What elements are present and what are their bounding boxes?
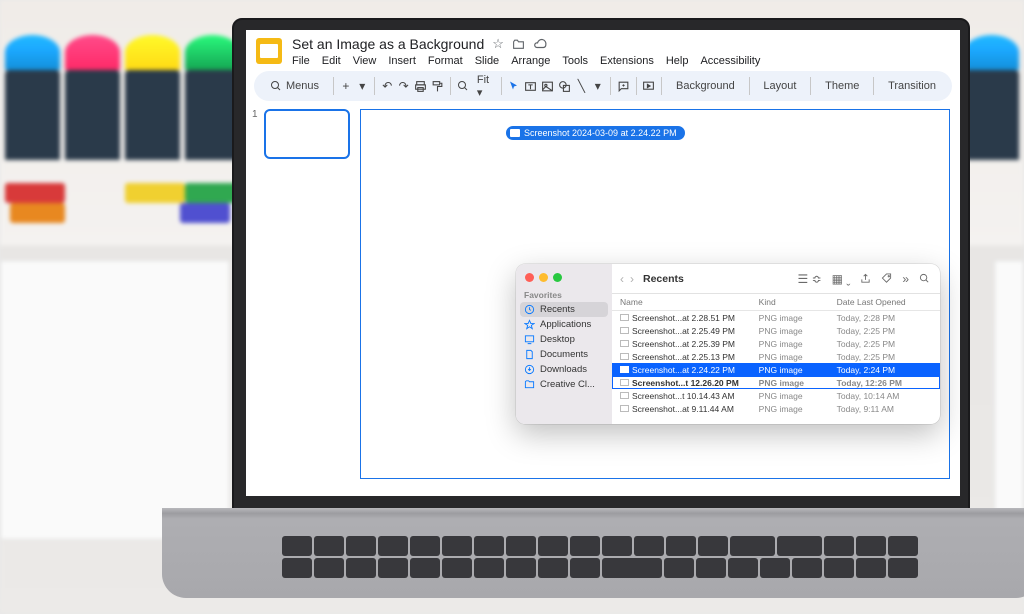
file-icon (620, 314, 629, 321)
laptop-base (162, 508, 1024, 598)
menu-edit[interactable]: Edit (322, 55, 341, 67)
document-title[interactable]: Set an Image as a Background (292, 36, 484, 52)
menu-help[interactable]: Help (666, 55, 689, 67)
chevron-down-icon[interactable]: ▾ (356, 77, 368, 95)
background-button[interactable]: Background (668, 77, 743, 95)
more-icon[interactable]: » (900, 272, 911, 286)
finder-sidebar: Favorites RecentsApplicationsDesktopDocu… (516, 264, 612, 424)
tags-icon[interactable] (879, 273, 894, 284)
slides-toolbar: Menus + ▾ ↶ ↷ Fit ▾ (254, 71, 952, 101)
menu-file[interactable]: File (292, 55, 310, 67)
clock-icon (524, 304, 535, 315)
paint-format-icon[interactable] (431, 77, 444, 95)
finder-file-list[interactable]: Screenshot...at 2.28.51 PMPNG imageToday… (612, 311, 940, 424)
line-icon[interactable]: ╲ (575, 77, 587, 95)
slide-panel[interactable]: 1 (246, 101, 360, 475)
laptop-keyboard (282, 536, 920, 581)
menu-insert[interactable]: Insert (388, 55, 416, 67)
zoom-icon[interactable] (457, 77, 469, 95)
menu-tools[interactable]: Tools (562, 55, 588, 67)
finder-location: Recents (643, 273, 684, 285)
col-name[interactable]: Name (620, 297, 759, 307)
new-slide-icon[interactable]: + (340, 77, 352, 95)
minimize-icon[interactable] (539, 273, 548, 282)
share-icon[interactable] (858, 273, 873, 284)
sidebar-item-downloads[interactable]: Downloads (516, 362, 612, 377)
file-icon (620, 353, 629, 360)
print-icon[interactable] (414, 77, 427, 95)
laptop-screen: Set an Image as a Background ☆ File Edit… (246, 30, 960, 496)
nav-back-icon[interactable]: ‹ (620, 272, 624, 286)
sidebar-item-creative-cl-[interactable]: Creative Cl... (516, 377, 612, 392)
close-icon[interactable] (525, 273, 534, 282)
sidebar-heading: Favorites (516, 288, 612, 302)
app-icon (524, 319, 535, 330)
layout-button[interactable]: Layout (755, 77, 804, 95)
desktop-icon (524, 334, 535, 345)
chevron-down-icon[interactable]: ▾ (592, 77, 604, 95)
slide-number: 1 (252, 109, 258, 120)
file-row[interactable]: Screenshot...t 10.14.43 AMPNG imageToday… (612, 389, 940, 402)
menu-search[interactable]: Menus (262, 78, 327, 94)
menu-bar: File Edit View Insert Format Slide Arran… (292, 54, 760, 67)
sidebar-item-applications[interactable]: Applications (516, 317, 612, 332)
drag-preview-chip: Screenshot 2024-03-09 at 2.24.22 PM (506, 126, 685, 140)
sidebar-item-desktop[interactable]: Desktop (516, 332, 612, 347)
image-icon[interactable] (541, 77, 554, 95)
slides-header: Set an Image as a Background ☆ File Edit… (246, 30, 960, 71)
file-icon (620, 327, 629, 334)
slideshow-icon[interactable] (642, 77, 655, 95)
file-row[interactable]: Screenshot...t 12.26.20 PMPNG imageToday… (612, 376, 940, 389)
slide-thumbnail[interactable] (264, 109, 350, 159)
col-date[interactable]: Date Last Opened (837, 297, 932, 307)
select-tool-icon[interactable] (508, 77, 520, 95)
menu-accessibility[interactable]: Accessibility (700, 55, 760, 67)
menu-view[interactable]: View (353, 55, 377, 67)
theme-button[interactable]: Theme (817, 77, 867, 95)
sidebar-item-documents[interactable]: Documents (516, 347, 612, 362)
move-icon[interactable] (512, 38, 525, 51)
file-icon (620, 366, 629, 373)
nav-forward-icon[interactable]: › (630, 272, 634, 286)
zoom-select[interactable]: Fit ▾ (473, 74, 495, 99)
textbox-icon[interactable] (524, 77, 537, 95)
file-row[interactable]: Screenshot...at 2.28.51 PMPNG imageToday… (612, 311, 940, 324)
menu-slide[interactable]: Slide (475, 55, 499, 67)
search-icon[interactable] (917, 273, 932, 284)
slides-logo-icon[interactable] (256, 38, 282, 64)
redo-icon[interactable]: ↷ (397, 77, 409, 95)
file-icon (620, 340, 629, 347)
view-list-icon[interactable]: ☰ ≎ (795, 272, 823, 286)
transition-button[interactable]: Transition (880, 77, 944, 95)
menu-format[interactable]: Format (428, 55, 463, 67)
doc-icon (524, 349, 535, 360)
file-row[interactable]: Screenshot...at 2.24.22 PMPNG imageToday… (612, 363, 940, 376)
file-row[interactable]: Screenshot...at 9.11.44 AMPNG imageToday… (612, 402, 940, 415)
finder-window[interactable]: Favorites RecentsApplicationsDesktopDocu… (516, 264, 940, 424)
star-icon[interactable]: ☆ (492, 36, 504, 52)
cloud-status-icon[interactable] (533, 37, 547, 51)
file-row[interactable]: Screenshot...at 2.25.39 PMPNG imageToday… (612, 337, 940, 350)
shape-icon[interactable] (558, 77, 571, 95)
file-icon (620, 392, 629, 399)
finder-column-headers[interactable]: Name Kind Date Last Opened (612, 294, 940, 311)
folder-icon (524, 379, 535, 390)
sidebar-item-recents[interactable]: Recents (520, 302, 608, 317)
view-group-icon[interactable]: ▦ ˬ (830, 272, 853, 286)
menu-extensions[interactable]: Extensions (600, 55, 654, 67)
comment-icon[interactable] (617, 77, 630, 95)
file-row[interactable]: Screenshot...at 2.25.49 PMPNG imageToday… (612, 324, 940, 337)
finder-toolbar: ‹ › Recents ☰ ≎ ▦ ˬ » (612, 264, 940, 294)
file-row[interactable]: Screenshot...at 2.25.13 PMPNG imageToday… (612, 350, 940, 363)
file-icon (620, 379, 629, 386)
undo-icon[interactable]: ↶ (381, 77, 393, 95)
maximize-icon[interactable] (553, 273, 562, 282)
laptop: Set an Image as a Background ☆ File Edit… (232, 18, 970, 598)
file-icon (620, 405, 629, 412)
col-kind[interactable]: Kind (759, 297, 837, 307)
download-icon (524, 364, 535, 375)
menu-arrange[interactable]: Arrange (511, 55, 550, 67)
